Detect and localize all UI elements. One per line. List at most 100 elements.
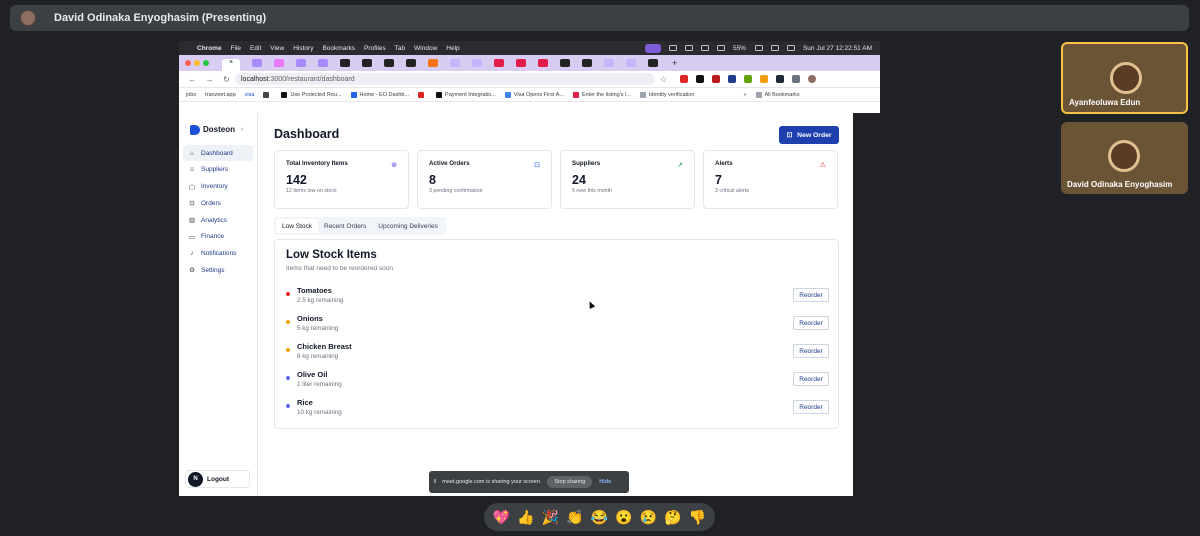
menu-history[interactable]: History — [293, 45, 313, 52]
tab-recent-orders[interactable]: Recent Orders — [318, 219, 372, 233]
menu-bookmarks[interactable]: Bookmarks — [322, 45, 355, 52]
tab-favicon[interactable] — [604, 59, 614, 67]
tab-favicon[interactable] — [274, 59, 284, 67]
stop-sharing-button[interactable]: Stop sharing — [547, 476, 593, 488]
sidebar-item-inventory[interactable]: ▢ Inventory — [183, 179, 253, 195]
reaction-party[interactable]: 🎉 — [541, 509, 559, 526]
status-icon[interactable] — [684, 45, 693, 51]
menu-tab[interactable]: Tab — [395, 45, 405, 52]
participant-tile[interactable]: David Odinaka Enyoghasim — [1061, 122, 1188, 194]
sidebar-item-suppliers[interactable]: ☺ Suppliers — [183, 162, 253, 178]
bookmarks-overflow-icon[interactable]: » — [743, 92, 746, 98]
all-bookmarks[interactable]: All Bookmarks — [755, 91, 800, 98]
forward-icon[interactable]: → — [201, 75, 218, 84]
extension-icon[interactable] — [776, 75, 784, 83]
bookmark-item[interactable]: tranzeet.app — [205, 92, 236, 98]
bookmark-item[interactable] — [263, 91, 272, 98]
tab-favicon[interactable] — [626, 59, 636, 67]
url-input[interactable]: localhost:3000/restaurant/dashboard — [235, 73, 655, 85]
bookmark-item[interactable]: visa — [245, 92, 255, 98]
tab-favicon[interactable] — [406, 59, 416, 67]
reaction-sad[interactable]: 😢 — [640, 509, 658, 526]
menu-profiles[interactable]: Profiles — [364, 45, 386, 52]
reload-icon[interactable]: ↻ — [218, 75, 235, 84]
extension-icon[interactable] — [696, 75, 704, 83]
bookmark-item[interactable]: Visa Opens First A... — [504, 91, 564, 98]
reorder-button[interactable]: Reorder — [793, 344, 829, 358]
status-icon[interactable] — [716, 45, 725, 51]
tab-favicon[interactable] — [428, 59, 438, 67]
sidebar-item-settings[interactable]: ⚙ Settings — [183, 262, 253, 278]
reorder-button[interactable]: Reorder — [793, 316, 829, 330]
reaction-heart[interactable]: 💖 — [492, 509, 510, 526]
new-order-button[interactable]: ⊡ New Order — [779, 126, 839, 144]
menu-view[interactable]: View — [270, 45, 284, 52]
wifi-icon[interactable] — [770, 45, 779, 51]
tab-favicon[interactable] — [494, 59, 504, 67]
extension-icon[interactable] — [744, 75, 752, 83]
tab-favicon[interactable] — [252, 59, 262, 67]
tab-favicon[interactable] — [472, 59, 482, 67]
menu-clock[interactable]: Sun Jul 27 12:22:51 AM — [803, 45, 872, 52]
tab-favicon[interactable] — [340, 59, 350, 67]
bookmark-item[interactable]: Identity verification — [639, 91, 694, 98]
minimize-window-icon[interactable] — [194, 60, 200, 66]
bookmark-item[interactable]: Payment Integratio... — [436, 91, 496, 98]
back-icon[interactable]: ← — [184, 75, 201, 84]
reaction-laugh[interactable]: 😂 — [590, 509, 608, 526]
menu-edit[interactable]: Edit — [250, 45, 261, 52]
extension-icon[interactable] — [760, 75, 768, 83]
bookmark-item[interactable]: Home - EO Dashb... — [350, 91, 409, 98]
status-icon[interactable] — [668, 45, 677, 51]
new-tab-icon[interactable]: + — [672, 58, 677, 68]
reaction-thumbs-down[interactable]: 👎 — [689, 509, 707, 526]
sidebar-item-dashboard[interactable]: ⌂ Dashboard — [183, 145, 253, 161]
extension-icon[interactable] — [728, 75, 736, 83]
tab-favicon[interactable] — [560, 59, 570, 67]
extensions-puzzle-icon[interactable] — [792, 75, 800, 83]
tab-favicon[interactable] — [362, 59, 372, 67]
tab-low-stock[interactable]: Low Stock — [276, 219, 318, 233]
extension-icon[interactable] — [712, 75, 720, 83]
tab-upcoming-deliveries[interactable]: Upcoming Deliveries — [372, 219, 444, 233]
reaction-thinking[interactable]: 🤔 — [664, 509, 682, 526]
screen-share-indicator-icon[interactable] — [644, 43, 661, 53]
control-center-icon[interactable] — [786, 45, 795, 51]
hide-button[interactable]: Hide — [599, 479, 611, 485]
tab-favicon[interactable] — [450, 59, 460, 67]
bookmark-item[interactable] — [418, 91, 427, 98]
menu-file[interactable]: File — [231, 45, 241, 52]
status-icon[interactable] — [700, 45, 709, 51]
reorder-button[interactable]: Reorder — [793, 372, 829, 386]
reorder-button[interactable]: Reorder — [793, 400, 829, 414]
extension-icon[interactable] — [680, 75, 688, 83]
tab-favicon[interactable] — [384, 59, 394, 67]
bookmark-item[interactable]: Use Protected Rou... — [281, 91, 342, 98]
reaction-clap[interactable]: 👏 — [566, 509, 584, 526]
menu-window[interactable]: Window — [414, 45, 437, 52]
tab-favicon[interactable] — [318, 59, 328, 67]
tab-favicon[interactable] — [538, 59, 548, 67]
menu-chrome[interactable]: Chrome — [197, 45, 222, 52]
logout-button[interactable]: N Logout — [185, 470, 250, 488]
tab-favicon[interactable] — [582, 59, 592, 67]
profile-avatar[interactable] — [808, 75, 816, 83]
star-icon[interactable]: ☆ — [655, 75, 672, 84]
reaction-thumbs-up[interactable]: 👍 — [517, 509, 535, 526]
sidebar-item-finance[interactable]: ▭ Finance — [183, 229, 253, 245]
sidebar-item-orders[interactable]: ⊡ Orders — [183, 195, 253, 211]
participant-tile[interactable]: Ayanfeoluwa Edun — [1061, 42, 1188, 114]
active-tab[interactable]: × — [222, 59, 240, 71]
close-window-icon[interactable] — [185, 60, 191, 66]
tab-favicon[interactable] — [296, 59, 306, 67]
tab-favicon[interactable] — [648, 59, 658, 67]
menu-help[interactable]: Help — [446, 45, 459, 52]
sidebar-item-analytics[interactable]: ▥ Analytics — [183, 212, 253, 228]
bookmark-item[interactable]: Enter the listing's l... — [572, 91, 631, 98]
tab-favicon[interactable] — [516, 59, 526, 67]
reaction-surprised[interactable]: 😮 — [615, 509, 633, 526]
sidebar-item-notifications[interactable]: ♪ Notifications — [183, 246, 253, 262]
maximize-window-icon[interactable] — [203, 60, 209, 66]
reorder-button[interactable]: Reorder — [793, 288, 829, 302]
battery-icon[interactable] — [754, 45, 763, 51]
